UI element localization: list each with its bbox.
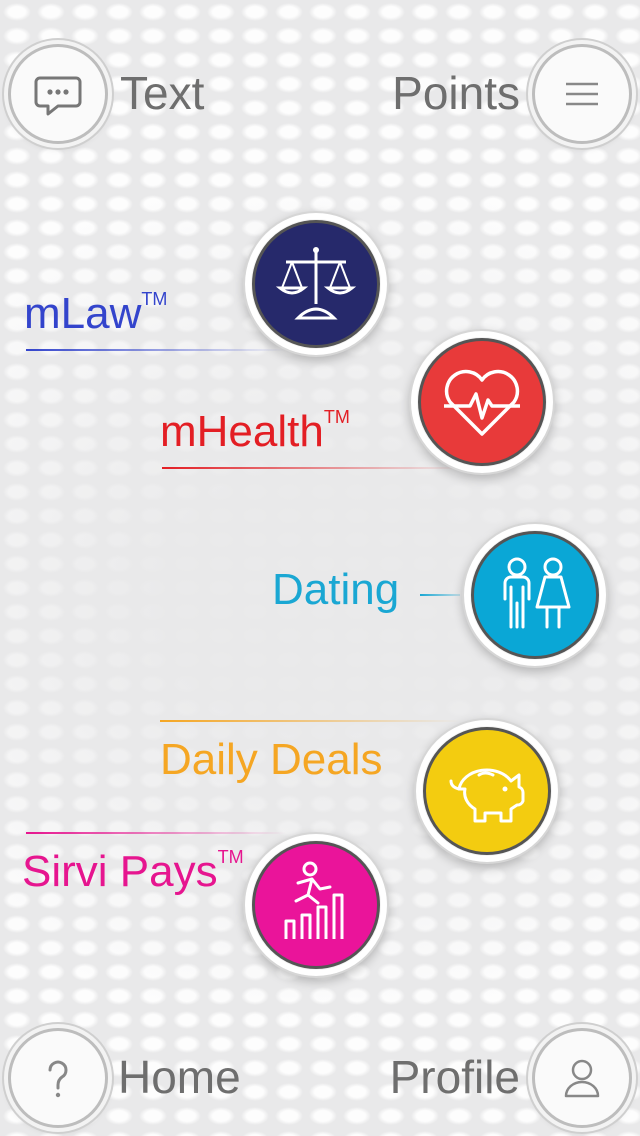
mhealth-button[interactable]: [409, 329, 555, 475]
sirvi-pays-button[interactable]: [243, 832, 389, 978]
dating-button[interactable]: [462, 522, 608, 668]
scales-icon: [275, 247, 357, 320]
hamburger-menu-icon: [566, 82, 598, 106]
question-mark-icon: [48, 1060, 68, 1098]
points-label[interactable]: Points: [392, 70, 520, 116]
dating-connector: [420, 594, 460, 596]
profile-label[interactable]: Profile: [390, 1054, 520, 1100]
dating-label[interactable]: Dating: [272, 568, 399, 612]
heart-pulse-icon: [444, 369, 520, 436]
mhealth-underline: [162, 467, 462, 469]
menu-button[interactable]: [532, 44, 632, 144]
mhealth-label[interactable]: mHealthTM: [160, 408, 350, 454]
sirvi-pays-label[interactable]: Sirvi PaysTM: [22, 848, 244, 894]
deals-overline: [160, 720, 460, 722]
couple-icon: [503, 557, 571, 629]
mlaw-label[interactable]: mLawTM: [24, 290, 167, 336]
daily-deals-button[interactable]: [414, 718, 560, 864]
climbing-chart-icon: [284, 861, 344, 939]
mlaw-button[interactable]: [243, 211, 389, 357]
home-label[interactable]: Home: [118, 1054, 241, 1100]
profile-button[interactable]: [532, 1028, 632, 1128]
pays-overline: [26, 832, 286, 834]
text-button[interactable]: [8, 44, 108, 144]
help-button[interactable]: [8, 1028, 108, 1128]
daily-deals-label[interactable]: Daily Deals: [160, 738, 383, 782]
chat-bubble-icon: [34, 76, 82, 116]
piggy-bank-icon: [449, 768, 525, 823]
text-label[interactable]: Text: [120, 70, 204, 116]
user-icon: [564, 1059, 600, 1098]
mlaw-underline: [26, 349, 286, 351]
